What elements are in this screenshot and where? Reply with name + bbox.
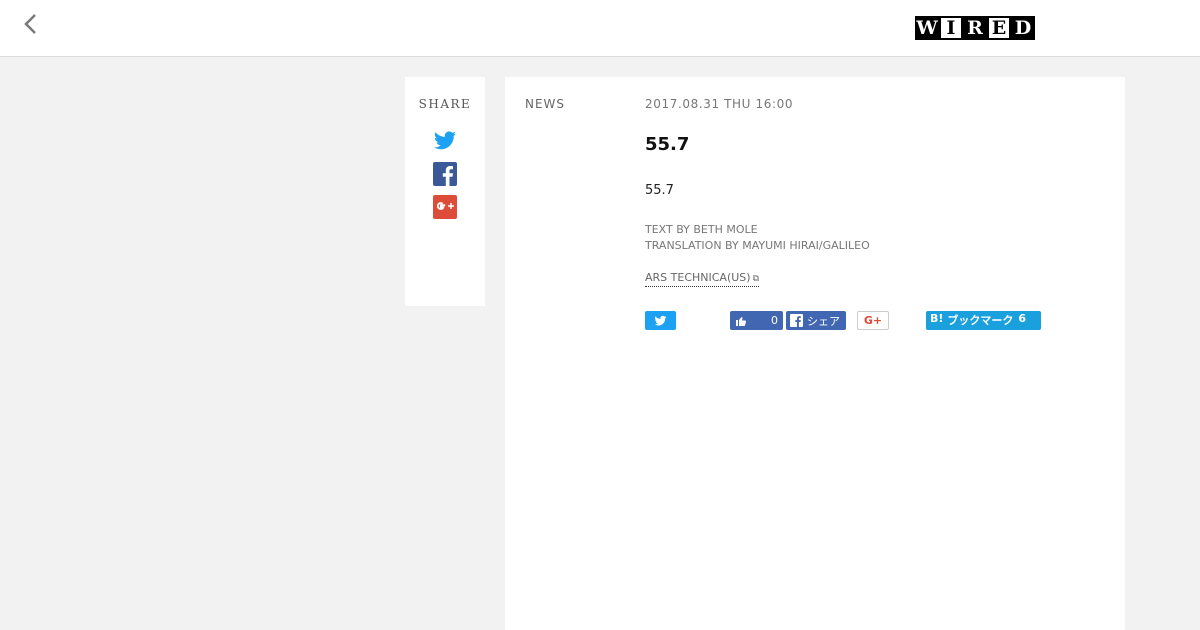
facebook-icon	[790, 314, 803, 327]
logo-letter: W	[915, 16, 939, 40]
like-count: 0	[771, 314, 778, 327]
source-link[interactable]: ARS TECHNICA(US) ⧉	[645, 271, 760, 287]
article-lead: 55.7	[645, 183, 674, 198]
share-panel: SHARE	[405, 77, 485, 306]
hatena-count: 6	[1018, 312, 1027, 325]
facebook-share-button[interactable]: シェア	[786, 311, 846, 330]
facebook-share-label: シェア	[807, 314, 840, 328]
hatena-label: ブックマーク	[947, 314, 1014, 327]
source-label: ARS TECHNICA(US)	[645, 271, 751, 284]
hatena-bookmark-button[interactable]: B! ブックマーク 6	[926, 311, 1041, 330]
google-plus-button[interactable]: G+	[857, 311, 889, 330]
hatena-icon: B!	[930, 312, 944, 325]
tweet-button[interactable]	[645, 311, 676, 330]
twitter-icon	[654, 315, 667, 325]
article-category[interactable]: NEWS	[525, 97, 565, 111]
external-link-icon: ⧉	[752, 274, 760, 284]
wired-logo[interactable]: W I R E D	[915, 16, 1035, 40]
text-credit: TEXT BY BETH MOLE	[645, 223, 758, 236]
back-arrow-icon[interactable]	[20, 12, 42, 36]
share-title: SHARE	[418, 97, 472, 111]
logo-letter: R	[963, 16, 987, 40]
translation-credit: TRANSLATION BY MAYUMI HIRAI/GALILEO	[645, 239, 870, 252]
logo-letter: I	[939, 16, 963, 40]
facebook-icon[interactable]	[433, 162, 457, 186]
logo-letter: D	[1011, 16, 1035, 40]
google-plus-label: G+	[863, 314, 883, 327]
facebook-like-button[interactable]: 0	[730, 311, 783, 330]
logo-letter: E	[987, 16, 1011, 40]
thumbs-up-icon	[736, 316, 747, 326]
top-bar: W I R E D	[0, 0, 1200, 57]
google-plus-icon[interactable]	[433, 195, 457, 219]
twitter-icon[interactable]	[433, 129, 457, 153]
article-card: NEWS 2017.08.31 THU 16:00 55.7 55.7 TEXT…	[505, 77, 1125, 630]
article-headline: 55.7	[645, 134, 690, 155]
article-date: 2017.08.31 THU 16:00	[645, 97, 794, 111]
